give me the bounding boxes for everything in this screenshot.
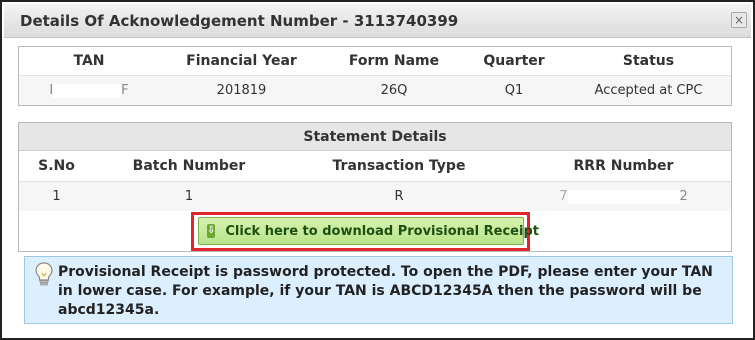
lightbulb-icon bbox=[35, 262, 53, 286]
summary-header-row: TAN Financial Year Form Name Quarter Sta… bbox=[19, 47, 731, 75]
tan-value: I F bbox=[19, 76, 159, 105]
financial-year-value: 201819 bbox=[216, 83, 267, 98]
download-provisional-receipt-button[interactable]: ⇩ Click here to download Provisional Rec… bbox=[198, 217, 539, 245]
header-transaction-type: Transaction Type bbox=[332, 158, 466, 174]
statement-header-row: S.No Batch Number Transaction Type RRR N… bbox=[19, 151, 731, 181]
tan-redaction bbox=[53, 83, 122, 98]
header-form-name: Form Name bbox=[348, 53, 440, 69]
notice-text: Provisional Receipt is password protecte… bbox=[58, 264, 713, 318]
rrr-suffix: 2 bbox=[679, 189, 688, 204]
rrr-prefix: 7 bbox=[559, 189, 568, 204]
summary-data-row: I F 201819 26Q Q1 Accepted at CPC bbox=[19, 75, 731, 105]
acknowledgement-dialog: Details Of Acknowledgement Number - 3113… bbox=[0, 0, 755, 340]
header-sno: S.No bbox=[38, 158, 75, 174]
dialog-titlebar: Details Of Acknowledgement Number - 3113… bbox=[4, 4, 751, 38]
summary-table: TAN Financial Year Form Name Quarter Sta… bbox=[18, 46, 732, 106]
quarter-value: Q1 bbox=[504, 83, 524, 98]
tan-suffix: F bbox=[121, 83, 129, 98]
header-status: Status bbox=[622, 53, 675, 69]
download-arrow-icon: ⇩ bbox=[207, 224, 216, 238]
rrr-redaction bbox=[567, 189, 680, 204]
rrr-number-value: 7 2 bbox=[514, 182, 733, 211]
download-button-label: Click here to download Provisional Recei… bbox=[225, 223, 539, 239]
form-name-value: 26Q bbox=[380, 83, 408, 98]
password-notice: Provisional Receipt is password protecte… bbox=[24, 256, 733, 324]
header-tan: TAN bbox=[73, 53, 105, 69]
batch-number-value: 1 bbox=[184, 189, 194, 204]
close-icon[interactable]: × bbox=[731, 12, 747, 28]
status-value: Accepted at CPC bbox=[594, 83, 703, 98]
header-quarter: Quarter bbox=[483, 53, 545, 69]
sno-value: 1 bbox=[52, 189, 61, 204]
statement-details-title: Statement Details bbox=[19, 123, 731, 151]
header-batch-number: Batch Number bbox=[132, 158, 246, 174]
statement-data-row: 1 1 R 7 2 bbox=[19, 181, 731, 211]
dialog-title: Details Of Acknowledgement Number - 3113… bbox=[20, 12, 459, 30]
header-financial-year: Financial Year bbox=[186, 53, 297, 69]
transaction-type-value: R bbox=[394, 189, 404, 204]
header-rrr-number: RRR Number bbox=[573, 158, 674, 174]
